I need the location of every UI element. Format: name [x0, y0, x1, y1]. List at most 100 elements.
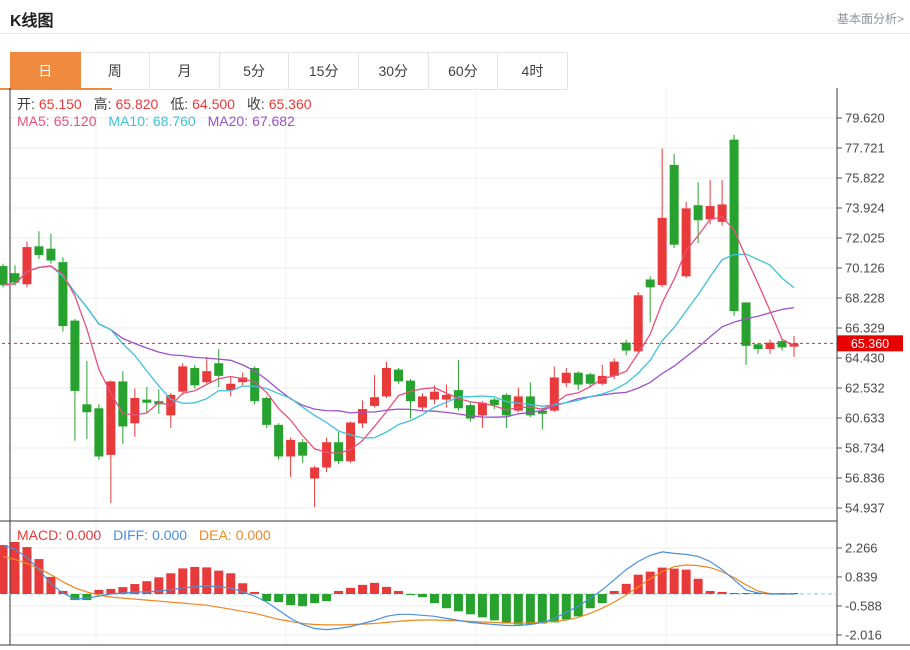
candle-body — [574, 373, 583, 385]
y-axis-label: 70.126 — [845, 261, 885, 276]
candle-body — [0, 266, 8, 285]
ma10-value: 68.760 — [153, 113, 196, 129]
candle-body — [442, 395, 451, 400]
kline-chart-canvas[interactable]: 79.62077.72175.82273.92472.02570.12668.2… — [0, 88, 910, 650]
macd-histogram-bar — [274, 594, 283, 602]
ma20-value: 67.682 — [252, 113, 295, 129]
candle-body — [394, 370, 403, 382]
diff-value: 0.000 — [152, 527, 187, 543]
y-axis-label: 77.721 — [845, 141, 885, 156]
macd-histogram-bar — [358, 585, 367, 594]
macd-histogram-bar — [430, 594, 439, 603]
macd-histogram-bar — [682, 570, 691, 594]
candle-body — [130, 398, 139, 423]
macd-value: 0.000 — [66, 527, 101, 543]
candle-body — [190, 368, 199, 385]
tab-period-5[interactable]: 30分 — [359, 52, 429, 90]
candle-body — [502, 395, 511, 416]
y-axis-label: 64.430 — [845, 351, 885, 366]
candle-body — [598, 376, 607, 384]
macd-y-axis-label: -0.588 — [845, 598, 882, 613]
y-axis-label: 73.924 — [845, 201, 885, 216]
candle-body — [34, 246, 43, 255]
candle-body — [358, 409, 367, 423]
y-axis-label: 79.620 — [845, 111, 885, 126]
tab-period-4[interactable]: 15分 — [289, 52, 359, 90]
candle-body — [754, 344, 763, 349]
close-value: 65.360 — [269, 96, 312, 112]
macd-histogram-bar — [454, 594, 463, 611]
diff-label: DIFF: — [113, 527, 148, 543]
candle-body — [94, 408, 103, 456]
tab-period-2[interactable]: 月 — [150, 52, 220, 90]
candle-body — [430, 392, 439, 400]
y-axis-label: 56.836 — [845, 471, 885, 486]
macd-histogram-bar — [694, 579, 703, 594]
macd-histogram-bar — [226, 573, 235, 594]
macd-histogram-bar — [94, 590, 103, 594]
tab-period-7[interactable]: 4时 — [498, 52, 568, 90]
candle-body — [310, 468, 319, 479]
macd-label: MACD: — [17, 527, 62, 543]
candle-body — [202, 371, 211, 382]
ma5-value: 65.120 — [54, 113, 97, 129]
candle-body — [46, 249, 55, 261]
candle-body — [694, 205, 703, 220]
candle-body — [70, 321, 79, 391]
ma5-label: MA5: — [17, 113, 50, 129]
tab-period-3[interactable]: 5分 — [220, 52, 290, 90]
macd-histogram-bar — [538, 594, 547, 623]
high-value: 65.820 — [116, 96, 159, 112]
macd-histogram-bar — [250, 592, 259, 594]
candle-body — [286, 440, 295, 457]
close-label: 收: — [247, 96, 265, 112]
y-axis-label: 60.633 — [845, 411, 885, 426]
macd-histogram-bar — [706, 591, 715, 594]
macd-histogram-bar — [394, 591, 403, 594]
ma-readout: MA5:65.120 MA10:68.760 MA20:67.682 — [17, 113, 303, 129]
macd-histogram-bar — [310, 594, 319, 603]
candle-body — [778, 341, 787, 347]
macd-histogram-bar — [718, 592, 727, 594]
macd-histogram-bar — [742, 593, 751, 594]
macd-histogram-bar — [166, 573, 175, 594]
y-axis-label: 54.937 — [845, 501, 885, 516]
candle-body — [22, 247, 31, 284]
tab-period-6[interactable]: 60分 — [429, 52, 499, 90]
macd-histogram-bar — [598, 594, 607, 603]
high-label: 高: — [94, 96, 112, 112]
candle-body — [262, 398, 271, 425]
candle-body — [562, 373, 571, 383]
macd-histogram-bar — [214, 571, 223, 594]
macd-histogram-bar — [418, 594, 427, 597]
macd-histogram-bar — [514, 594, 523, 624]
macd-histogram-bar — [502, 594, 511, 623]
y-axis-label: 58.734 — [845, 441, 885, 456]
candle-body — [658, 218, 667, 285]
period-tab-bar: 日周月5分15分30分60分4时 — [10, 52, 568, 90]
macd-histogram-bar — [34, 559, 43, 594]
dea-label: DEA: — [199, 527, 232, 543]
low-value: 64.500 — [192, 96, 235, 112]
macd-histogram-bar — [298, 594, 307, 606]
candle-body — [418, 396, 427, 407]
candle-body — [478, 403, 487, 416]
candle-body — [586, 374, 595, 383]
tab-period-1[interactable]: 周 — [81, 52, 151, 90]
candle-body — [82, 404, 91, 412]
fundamental-analysis-link[interactable]: 基本面分析> — [837, 10, 904, 27]
macd-histogram-bar — [562, 594, 571, 619]
candle-body — [682, 208, 691, 276]
tab-period-0[interactable]: 日 — [10, 52, 81, 90]
candle-body — [670, 165, 679, 245]
y-axis-label: 68.228 — [845, 291, 885, 306]
candle-body — [274, 425, 283, 457]
macd-histogram-bar — [490, 594, 499, 620]
macd-histogram-bar — [382, 587, 391, 594]
macd-histogram-bar — [670, 569, 679, 594]
macd-histogram-bar — [610, 591, 619, 594]
candle-body — [730, 140, 739, 311]
low-label: 低: — [170, 96, 188, 112]
candle-body — [178, 366, 187, 391]
candle-body — [382, 368, 391, 396]
